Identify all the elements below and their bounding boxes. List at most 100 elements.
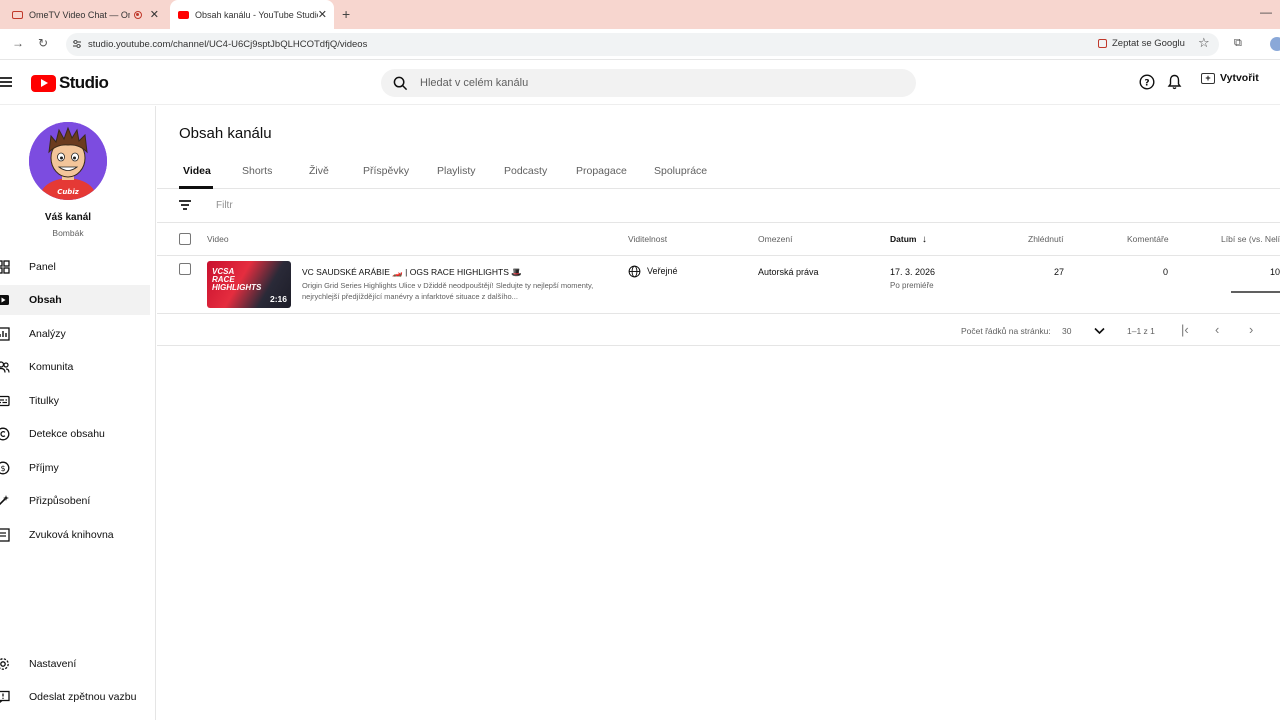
analytics-icon <box>0 327 10 341</box>
close-tab-icon[interactable]: ✕ <box>150 8 159 21</box>
row-checkbox[interactable] <box>179 263 191 275</box>
menu-icon[interactable] <box>0 77 12 87</box>
sidebar-item-label: Obsah <box>29 294 62 306</box>
channel-search-input[interactable]: Hledat v celém kanálu <box>381 69 916 97</box>
tab-podcasts[interactable]: Podcasty <box>504 165 547 177</box>
sidebar-item-content[interactable]: Obsah <box>0 285 150 315</box>
filter-input[interactable]: Filtr <box>216 200 233 211</box>
sidebar-item-subtitles[interactable]: Titulky <box>0 386 150 416</box>
svg-text:Cubiz: Cubiz <box>57 188 80 196</box>
column-likes[interactable]: Líbí se (vs. Nelíbí se) <box>1221 234 1280 244</box>
sidebar-item-label: Příjmy <box>29 462 59 474</box>
url-text: studio.youtube.com/channel/UC4-U6Cj9sptJ… <box>88 39 368 50</box>
likes-value: 10 <box>1270 267 1280 277</box>
url-bar[interactable]: studio.youtube.com/channel/UC4-U6Cj9sptJ… <box>66 33 1219 56</box>
visibility-cell[interactable]: Veřejné <box>628 265 678 278</box>
browser-profile-avatar[interactable] <box>1270 37 1280 51</box>
settings-icon <box>0 658 9 670</box>
studio-wordmark: Studio <box>59 73 109 92</box>
sidebar-item-label: Zvuková knihovna <box>29 529 114 541</box>
notifications-bell-icon[interactable] <box>1167 74 1182 90</box>
tab-shorts[interactable]: Shorts <box>242 165 272 177</box>
browser-tab-studio[interactable]: Obsah kanálu - YouTube Studio ✕ <box>170 0 334 29</box>
sort-down-arrow-icon: ↓ <box>921 234 927 245</box>
tab-playlists[interactable]: Playlisty <box>437 165 476 177</box>
create-label: Vytvořit <box>1220 72 1259 84</box>
sidebar-item-label: Přizpůsobení <box>29 495 91 507</box>
column-views[interactable]: Zhlédnutí <box>1028 234 1063 244</box>
sidebar-item-community[interactable]: Komunita <box>0 352 150 382</box>
active-tab-indicator <box>179 186 213 189</box>
video-description: Origin Grid Series Highlights Ulice v Dž… <box>302 281 594 301</box>
extensions-icon[interactable]: ⧉ <box>1234 37 1242 50</box>
studio-logo[interactable]: Studio <box>31 73 109 93</box>
subtitles-icon <box>0 395 10 407</box>
channel-label: Váš kanál <box>44 212 92 223</box>
filter-bar[interactable]: Filtr <box>157 190 1280 223</box>
sidebar-item-audio-library[interactable]: Zvuková knihovna <box>0 520 150 550</box>
thumbnail-text: VCSA RACE HIGHLIGHTS <box>212 267 262 292</box>
select-all-checkbox[interactable] <box>179 233 191 245</box>
video-title[interactable]: VC SAUDSKÉ ARÁBIE 🏎️ | OGS RACE HIGHLIGH… <box>302 267 522 278</box>
restrictions-value[interactable]: Autorská práva <box>758 267 819 277</box>
browser-tab-bar: OmeTV Video Chat — Omegle ✕ Obsah kanálu… <box>0 0 1280 29</box>
copyright-icon <box>0 427 10 441</box>
column-restrictions[interactable]: Omezení <box>758 234 793 244</box>
sidebar-item-customization[interactable]: Přizpůsobení <box>0 486 150 516</box>
sidebar-item-panel[interactable]: Panel <box>0 252 150 282</box>
column-visibility[interactable]: Viditelnost <box>628 234 667 244</box>
cartoon-avatar-image: Cubiz <box>29 122 107 200</box>
column-video: Video <box>207 234 229 244</box>
tab-live[interactable]: Živě <box>309 165 329 177</box>
channel-avatar[interactable]: Cubiz <box>29 122 107 200</box>
minimize-window-icon[interactable]: — <box>1260 5 1272 19</box>
sidebar-item-label: Komunita <box>29 361 74 373</box>
table-row[interactable]: VCSA RACE HIGHLIGHTS 2:16 VC SAUDSKÉ ARÁ… <box>157 256 1280 314</box>
date-cell: 17. 3. 2026 Po premiéře <box>890 267 935 290</box>
close-tab-icon[interactable]: ✕ <box>318 8 327 21</box>
earn-icon: $ <box>0 461 10 475</box>
forward-icon[interactable]: → <box>12 36 24 50</box>
dashboard-icon <box>0 260 10 274</box>
tab-promotions[interactable]: Propagace <box>576 165 627 177</box>
column-date[interactable]: Datum ↓ <box>890 234 927 245</box>
page-title: Obsah kanálu <box>179 125 272 142</box>
filter-icon[interactable] <box>179 200 191 210</box>
browser-tab-ometv[interactable]: OmeTV Video Chat — Omegle ✕ <box>6 0 166 29</box>
tab-videos[interactable]: Videa <box>183 165 211 177</box>
address-bar-row: → ↻ studio.youtube.com/channel/UC4-U6Cj9… <box>0 29 1280 60</box>
next-page-icon[interactable]: › <box>1249 322 1253 337</box>
tab-posts[interactable]: Příspěvky <box>363 165 409 177</box>
sidebar-item-analytics[interactable]: Analýzy <box>0 319 150 349</box>
globe-icon <box>628 265 641 278</box>
chevron-down-icon[interactable] <box>1094 327 1105 335</box>
search-placeholder: Hledat v celém kanálu <box>420 77 529 89</box>
column-comments[interactable]: Komentáře <box>1127 234 1169 244</box>
create-video-icon: + <box>1201 72 1215 84</box>
studio-header: Studio Hledat v celém kanálu ? + Vytvoři… <box>0 61 1280 105</box>
sidebar: Cubiz Váš kanál Bombák Panel Obsah Analý… <box>0 106 156 720</box>
content-tabs: Videa Shorts Živě Příspěvky Playlisty Po… <box>157 161 1280 189</box>
tab-title: Obsah kanálu - YouTube Studio <box>195 9 318 20</box>
help-icon[interactable]: ? <box>1139 74 1155 90</box>
ask-google-button[interactable]: Zeptat se Googlu <box>1098 38 1185 49</box>
previous-page-icon[interactable]: ‹ <box>1215 322 1219 337</box>
sidebar-item-content-detection[interactable]: Detekce obsahu <box>0 419 150 449</box>
youtube-play-icon <box>31 74 56 92</box>
rows-per-page-select[interactable]: 30 <box>1062 326 1071 336</box>
channel-name[interactable]: Bombák <box>0 228 136 238</box>
create-button[interactable]: + Vytvořit <box>1201 72 1259 84</box>
first-page-icon[interactable]: |‹ <box>1181 322 1189 337</box>
sidebar-item-earn[interactable]: $ Příjmy <box>0 453 150 483</box>
video-thumbnail[interactable]: VCSA RACE HIGHLIGHTS 2:16 <box>207 261 291 308</box>
sidebar-item-label: Panel <box>29 261 56 273</box>
column-date-label: Datum <box>890 234 917 244</box>
site-info-icon[interactable] <box>72 39 82 49</box>
tab-collaborations[interactable]: Spolupráce <box>654 165 707 177</box>
sidebar-item-settings[interactable]: Nastavení <box>0 649 150 679</box>
bookmark-star-icon[interactable]: ☆ <box>1198 35 1210 51</box>
reload-icon[interactable]: ↻ <box>38 36 48 50</box>
new-tab-icon[interactable]: + <box>342 6 350 22</box>
google-lens-icon <box>1098 39 1107 48</box>
sidebar-item-feedback[interactable]: Odeslat zpětnou vazbu <box>0 682 150 712</box>
